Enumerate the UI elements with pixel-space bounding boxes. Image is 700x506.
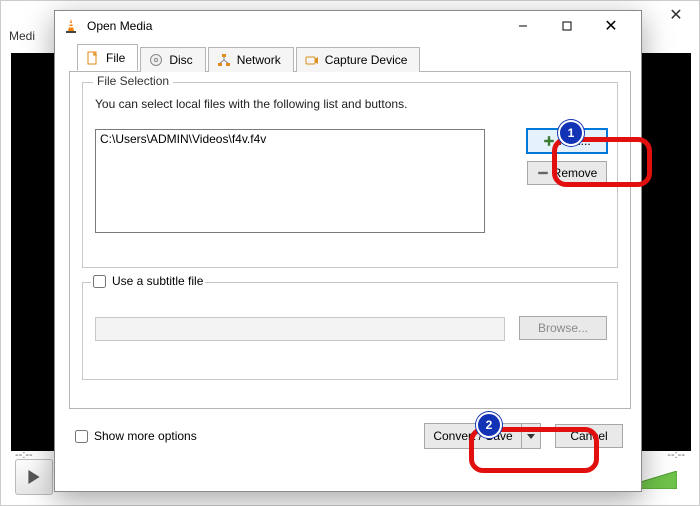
main-close-icon[interactable]: ✕ [659, 4, 693, 26]
tab-disc[interactable]: Disc [140, 47, 205, 72]
callout-badge-1: 1 [558, 120, 584, 146]
subtitle-checkbox-label: Use a subtitle file [112, 274, 203, 288]
file-list[interactable]: C:\Users\ADMIN\Videos\f4v.f4v [95, 129, 485, 233]
disc-icon [149, 53, 163, 67]
convert-save-dropdown[interactable] [521, 423, 541, 449]
tabs: File Disc Network [69, 45, 631, 71]
tab-file[interactable]: File [77, 44, 138, 71]
file-icon [86, 51, 100, 65]
tab-label: Network [237, 53, 281, 67]
tab-panel-file: File Selection You can select local file… [69, 71, 631, 409]
play-icon [27, 470, 41, 484]
dialog-title: Open Media [87, 19, 501, 33]
capture-icon [305, 53, 319, 67]
remove-button-label: Remove [553, 166, 598, 180]
tab-capture[interactable]: Capture Device [296, 47, 421, 72]
subtitle-group: Use a subtitle file Browse... [82, 282, 618, 380]
show-more-label: Show more options [94, 429, 197, 443]
subtitle-checkbox[interactable] [93, 275, 106, 288]
file-selection-group: File Selection You can select local file… [82, 82, 618, 268]
maximize-button[interactable] [545, 12, 589, 40]
plus-icon [543, 135, 555, 147]
open-media-dialog: Open Media ✕ File [54, 10, 642, 492]
chevron-down-icon [527, 432, 535, 440]
dialog-titlebar: Open Media ✕ [55, 11, 641, 41]
callout-badge-2: 2 [476, 412, 502, 438]
browse-button-label: Browse... [538, 321, 588, 335]
convert-save-button[interactable]: Convert / Save [424, 423, 521, 449]
play-button[interactable] [15, 459, 53, 495]
close-button[interactable]: ✕ [589, 12, 633, 40]
show-more-checkbox[interactable] [75, 430, 88, 443]
remove-button[interactable]: Remove [527, 161, 607, 185]
file-list-item[interactable]: C:\Users\ADMIN\Videos\f4v.f4v [100, 132, 480, 146]
tab-label: Capture Device [325, 53, 408, 67]
tab-network[interactable]: Network [208, 47, 294, 72]
cancel-button[interactable]: Cancel [555, 424, 623, 448]
cancel-button-label: Cancel [570, 429, 607, 443]
vlc-cone-icon [63, 18, 79, 34]
subtitle-path-input [95, 317, 505, 341]
browse-subtitle-button: Browse... [519, 316, 607, 340]
network-icon [217, 53, 231, 67]
show-more-options[interactable]: Show more options [75, 429, 197, 443]
file-selection-legend: File Selection [93, 74, 173, 88]
minimize-button[interactable] [501, 12, 545, 40]
file-selection-hint: You can select local files with the foll… [95, 97, 605, 111]
convert-save-label: Convert / Save [433, 429, 512, 443]
tab-label: Disc [169, 53, 192, 67]
minus-icon [537, 167, 549, 179]
tab-label: File [106, 51, 125, 65]
